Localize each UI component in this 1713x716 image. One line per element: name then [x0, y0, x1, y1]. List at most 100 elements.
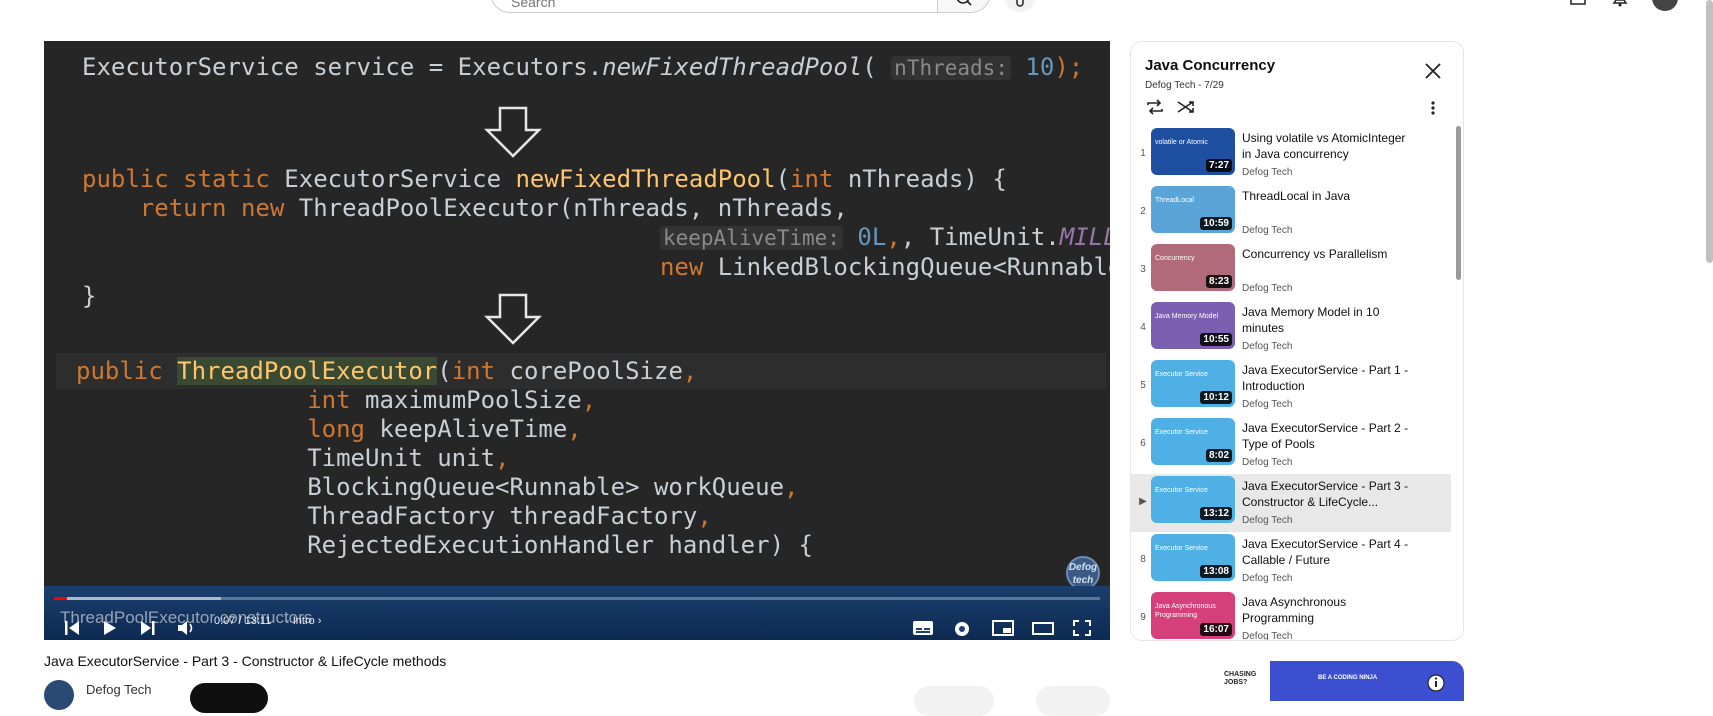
playlist-item[interactable]: 3 Concurrency 8:23 Concurrency vs Paralleli… — [1131, 242, 1451, 300]
playlist-item-title[interactable]: Java Memory Model in 10 minutes — [1242, 304, 1417, 336]
play-icon[interactable] — [100, 619, 118, 637]
playlist-item-title[interactable]: Java ExecutorService - Part 4 - Callable… — [1242, 536, 1417, 568]
video-thumbnail[interactable]: Concurrency 8:23 — [1151, 244, 1235, 291]
duration-badge: 13:12 — [1200, 507, 1232, 520]
playlist-item-title[interactable]: Java Asynchronous Programming — [1242, 594, 1417, 626]
video-title: Java ExecutorService - Part 3 - Construc… — [44, 653, 447, 669]
create-icon[interactable] — [1567, 0, 1589, 10]
shuffle-icon[interactable] — [1176, 99, 1196, 115]
playlist-item-title[interactable]: Java ExecutorService - Part 3 - Construc… — [1242, 478, 1417, 510]
playlist-item-index: 2 — [1140, 206, 1146, 217]
playlist-title[interactable]: Java Concurrency — [1145, 57, 1275, 74]
chapter-button[interactable]: · Intro › — [286, 615, 321, 627]
playlist-item-title[interactable]: ThreadLocal in Java — [1242, 188, 1417, 204]
progress-played — [54, 597, 67, 600]
code-block-new-fixed-thread-pool: public static ExecutorService newFixedTh… — [82, 165, 1110, 310]
more-options-icon[interactable] — [1430, 100, 1436, 116]
voice-search-button[interactable] — [1004, 0, 1036, 12]
playlist-item[interactable]: 5 Executor Service 10:12 Java ExecutorServi… — [1131, 358, 1451, 416]
thumbnail-caption: Executor Service — [1155, 487, 1208, 494]
video-thumbnail[interactable]: Java Asynchronous Programming 16:07 — [1151, 592, 1235, 639]
playlist-item-index: 5 — [1140, 380, 1146, 391]
playlist-item[interactable]: 6 Executor Service 8:02 Java ExecutorServic… — [1131, 416, 1451, 474]
playlist-item[interactable]: 8 Executor Service 13:08 Java ExecutorServi… — [1131, 532, 1451, 590]
sidebar-ad[interactable]: CHASING JOBS? BE A CODING NINJA — [1130, 661, 1464, 701]
thumbnail-caption: Executor Service — [1155, 429, 1208, 436]
loop-icon[interactable] — [1145, 99, 1165, 115]
duration-badge: 10:59 — [1200, 217, 1232, 230]
ad-right-text: BE A CODING NINJA — [1318, 675, 1378, 681]
video-thumbnail[interactable]: ThreadLocal 10:59 — [1151, 186, 1235, 233]
settings-gear-icon[interactable] — [952, 619, 972, 639]
playlist-item-index: 8 — [1140, 554, 1146, 565]
playlist-item-index: 6 — [1140, 438, 1146, 449]
info-icon[interactable] — [1426, 673, 1446, 693]
thumbnail-caption: Java Memory Model — [1155, 313, 1219, 320]
volume-icon[interactable] — [176, 619, 196, 637]
subscribe-button[interactable] — [190, 683, 268, 713]
next-icon[interactable] — [138, 619, 158, 637]
fullscreen-icon[interactable] — [1072, 619, 1092, 637]
search-icon — [956, 0, 972, 6]
like-button[interactable] — [914, 686, 994, 716]
playlist-item-title[interactable]: Using volatile vs AtomicInteger in Java … — [1242, 130, 1417, 162]
share-button[interactable] — [1036, 686, 1110, 716]
playlist-item-title[interactable]: Java ExecutorService - Part 1 - Introduc… — [1242, 362, 1417, 394]
channel-watermark-logo[interactable]: Defog tech — [1066, 556, 1100, 590]
subtitles-icon[interactable] — [912, 619, 934, 637]
close-icon[interactable] — [1424, 62, 1442, 80]
playlist-scrollbar[interactable] — [1456, 126, 1461, 280]
playlist-item-channel: Defog Tech — [1242, 167, 1293, 178]
search-box[interactable] — [490, 0, 937, 13]
miniplayer-icon[interactable] — [992, 619, 1014, 637]
progress-bar[interactable] — [54, 597, 1100, 600]
thumbnail-caption: Executor Service — [1155, 371, 1208, 378]
video-player[interactable]: ExecutorService service = Executors.newF… — [44, 41, 1110, 640]
playlist-item[interactable]: 2 ThreadLocal 10:59 ThreadLocal in Java Defo… — [1131, 184, 1451, 242]
thumbnail-caption: ThreadLocal — [1155, 197, 1194, 204]
duration-badge: 10:55 — [1200, 333, 1232, 346]
duration-badge: 10:12 — [1200, 391, 1232, 404]
duration-badge: 8:23 — [1205, 275, 1232, 288]
thumbnail-caption: Java Asynchronous Programming — [1155, 603, 1216, 619]
progress-buffered — [54, 597, 222, 600]
thumbnail-caption: volatile or Atomic — [1155, 139, 1208, 146]
playlist-item-index: 9 — [1140, 612, 1146, 623]
video-thumbnail[interactable]: Executor Service 13:08 — [1151, 534, 1235, 581]
account-avatar[interactable] — [1652, 0, 1678, 11]
video-thumbnail[interactable]: Java Memory Model 10:55 — [1151, 302, 1235, 349]
page-scrollbar[interactable] — [1706, 0, 1713, 263]
playlist-item-index: ▶ — [1139, 496, 1147, 507]
channel-name[interactable]: Defog Tech — [86, 682, 152, 697]
video-thumbnail[interactable]: volatile or Atomic 7:27 — [1151, 128, 1235, 175]
playlist-item-channel: Defog Tech — [1242, 573, 1293, 584]
duration-badge: 16:07 — [1200, 623, 1232, 636]
playlist-item-index: 3 — [1140, 264, 1146, 275]
playlist-item-channel: Defog Tech — [1242, 283, 1293, 294]
notifications-icon[interactable] — [1609, 0, 1631, 10]
playlist-item-title[interactable]: Java ExecutorService - Part 2 - Type of … — [1242, 420, 1417, 452]
ad-right-panel: BE A CODING NINJA — [1270, 661, 1464, 701]
playlist-item-title[interactable]: Concurrency vs Parallelism — [1242, 246, 1417, 262]
playlist-item-channel: Defog Tech — [1242, 399, 1293, 410]
video-thumbnail[interactable]: Executor Service 13:12 — [1151, 476, 1235, 523]
playlist-item-channel: Defog Tech — [1242, 631, 1293, 641]
playlist-item-channel: Defog Tech — [1242, 457, 1293, 468]
thumbnail-caption: Concurrency — [1155, 255, 1195, 262]
duration-badge: 8:02 — [1205, 449, 1232, 462]
playlist-item[interactable]: 4 Java Memory Model 10:55 Java Memory Model… — [1131, 300, 1451, 358]
search-input[interactable] — [509, 0, 893, 11]
video-thumbnail[interactable]: Executor Service 10:12 — [1151, 360, 1235, 407]
playlist-item[interactable]: ▶ Executor Service 13:12 Java ExecutorServi… — [1131, 474, 1451, 532]
previous-icon[interactable] — [62, 619, 82, 637]
search-button[interactable] — [937, 0, 991, 13]
channel-avatar[interactable] — [44, 680, 74, 710]
playlist-item[interactable]: 9 Java Asynchronous Programming 16:07 Java … — [1131, 590, 1451, 641]
playlist-item[interactable]: 1 volatile or Atomic 7:27 Using volatile vs… — [1131, 126, 1451, 184]
playlist-panel: Java Concurrency Defog Tech - 7/29 1 vola… — [1130, 41, 1464, 641]
playlist-item-channel: Defog Tech — [1242, 225, 1293, 236]
playlist-subtitle: Defog Tech - 7/29 — [1145, 80, 1224, 91]
theater-mode-icon[interactable] — [1032, 619, 1054, 637]
video-thumbnail[interactable]: Executor Service 8:02 — [1151, 418, 1235, 465]
playlist-item-index: 4 — [1140, 322, 1146, 333]
